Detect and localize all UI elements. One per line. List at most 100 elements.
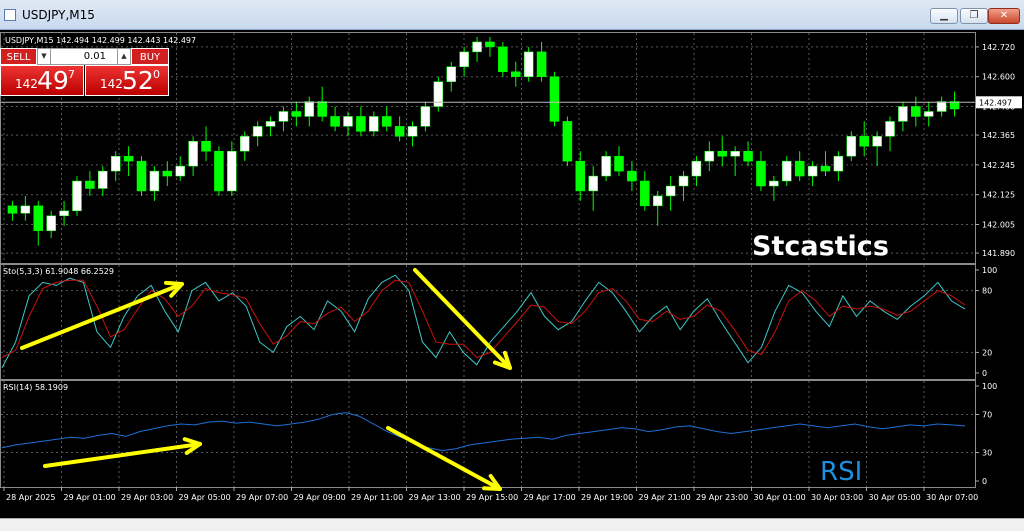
candle-bearish xyxy=(317,101,327,117)
ask-pip-digit: 0 xyxy=(153,68,160,81)
candle-bullish xyxy=(936,101,947,112)
x-axis-label: 30 Apr 03:00 xyxy=(811,493,863,502)
candle-bearish xyxy=(162,170,173,177)
price-axis-label: 142.720 xyxy=(982,43,1015,52)
price-pane-header: USDJPY,M15 142.494 142.499 142.443 142.4… xyxy=(5,36,196,45)
chart-area[interactable]: 28 Apr 2025 29 Apr 01:00 29 Apr 03:00 29 Ap… xyxy=(0,30,1024,518)
stochastic-axis-label: 20 xyxy=(982,348,992,357)
sell-button[interactable]: SELL xyxy=(0,48,37,65)
chart-tabs-strip xyxy=(0,518,1024,531)
x-axis-label: 29 Apr 07:00 xyxy=(236,493,288,502)
candle-bearish xyxy=(291,111,302,117)
lot-increase-icon[interactable]: ▲ xyxy=(117,49,130,64)
lot-value[interactable]: 0.01 xyxy=(84,49,106,64)
x-axis-label: 29 Apr 05:00 xyxy=(179,493,231,502)
ask-price-box[interactable]: 142 52 0 xyxy=(85,65,169,96)
lot-size-field[interactable]: ▼ 0.01 ▲ xyxy=(37,48,131,65)
x-axis-label: 29 Apr 23:00 xyxy=(696,493,748,502)
candle-bullish xyxy=(523,51,534,77)
candle-bullish xyxy=(601,155,611,177)
arrow-rsi-down xyxy=(386,426,502,491)
candle-bearish xyxy=(549,76,560,122)
price-axis-label: 142.365 xyxy=(982,131,1015,140)
candle-bullish xyxy=(98,170,108,189)
arrow-stochastic-up xyxy=(20,282,184,350)
buy-button[interactable]: BUY xyxy=(131,48,169,65)
minimize-button[interactable]: ▁ xyxy=(930,8,958,24)
candle-bullish xyxy=(175,165,185,177)
candle-bullish xyxy=(872,136,882,147)
current-price-label: 142.497 xyxy=(979,98,1012,107)
lot-decrease-icon[interactable]: ▼ xyxy=(38,49,51,64)
candle-bullish xyxy=(252,126,263,137)
candle-bearish xyxy=(640,180,650,207)
candle-bearish xyxy=(136,160,147,192)
ask-big-digits: 52 xyxy=(122,66,154,95)
candle-bullish xyxy=(652,195,663,207)
candle-bullish xyxy=(769,180,779,187)
window-titlebar: USDJPY,M15 ▁ ❐ ✕ xyxy=(0,0,1024,30)
candle-bullish xyxy=(923,111,934,117)
candle-bearish xyxy=(794,160,805,177)
price-axis-label: 141.890 xyxy=(982,249,1015,258)
bid-price-box[interactable]: 142 49 7 xyxy=(0,65,84,96)
restore-button[interactable]: ❐ xyxy=(960,8,988,24)
bid-prefix: 142 xyxy=(15,77,38,91)
candle-bearish xyxy=(394,126,405,137)
candle-bearish xyxy=(85,180,95,189)
x-axis-label: 30 Apr 01:00 xyxy=(754,493,806,502)
candle-bullish xyxy=(665,185,676,197)
price-axis-label: 142.125 xyxy=(982,191,1015,200)
candle-bearish xyxy=(381,116,392,127)
candle-bullish xyxy=(898,106,908,122)
stochastic-axis-label: 80 xyxy=(982,287,992,296)
candle-bearish xyxy=(201,141,211,152)
candle-bullish xyxy=(149,170,160,192)
candle-bullish xyxy=(446,66,457,82)
candle-bearish xyxy=(510,71,521,77)
candle-bearish xyxy=(820,165,831,172)
candle-bullish xyxy=(588,175,598,192)
candle-bullish xyxy=(472,41,482,53)
close-button[interactable]: ✕ xyxy=(988,8,1020,24)
candle-bullish xyxy=(278,111,289,122)
x-axis-label: 28 Apr 2025 xyxy=(6,493,55,502)
candle-bearish xyxy=(562,121,573,162)
rsi-series-line xyxy=(1,412,966,452)
candle-bearish xyxy=(330,116,340,127)
candle-bullish xyxy=(885,121,895,137)
x-axis-label: 29 Apr 11:00 xyxy=(351,493,403,502)
candle-bullish xyxy=(46,215,56,231)
candle-bearish xyxy=(356,116,366,132)
candle-bearish xyxy=(498,46,508,72)
candle-bullish xyxy=(227,150,237,192)
stochastic-series-line xyxy=(1,279,966,359)
stochastics-annotation: Stcastics xyxy=(752,231,889,262)
candle-bullish xyxy=(678,175,689,187)
rsi-pane-header: RSI(14) 58.1909 xyxy=(3,383,68,392)
candle-bearish xyxy=(575,160,586,192)
bid-big-digits: 49 xyxy=(37,66,69,95)
rsi-annotation: RSI xyxy=(820,457,862,487)
bid-pip-digit: 7 xyxy=(68,68,75,81)
price-axis-label: 142.600 xyxy=(982,73,1015,82)
candle-bearish xyxy=(7,205,18,214)
x-axis-label: 29 Apr 09:00 xyxy=(294,493,346,502)
candle-bullish xyxy=(807,165,818,177)
stochastic-pane-header: Sto(5,3,3) 61.9048 66.2529 xyxy=(3,267,114,276)
stochastic-pane-frame xyxy=(0,264,976,380)
candle-bullish xyxy=(304,101,315,117)
candle-bullish xyxy=(369,116,379,132)
candle-bullish xyxy=(188,141,198,167)
candle-bearish xyxy=(485,41,495,48)
candle-bullish xyxy=(59,210,69,217)
candle-bearish xyxy=(33,205,44,231)
candle-bullish xyxy=(782,160,792,182)
stochastic-series-line xyxy=(1,274,966,369)
candle-bearish xyxy=(743,150,753,162)
candle-bullish xyxy=(20,205,31,214)
rsi-axis-label: 30 xyxy=(982,449,992,458)
x-axis-label: 30 Apr 05:00 xyxy=(869,493,921,502)
x-axis-label: 29 Apr 13:00 xyxy=(409,493,461,502)
candle-bullish xyxy=(420,106,431,127)
